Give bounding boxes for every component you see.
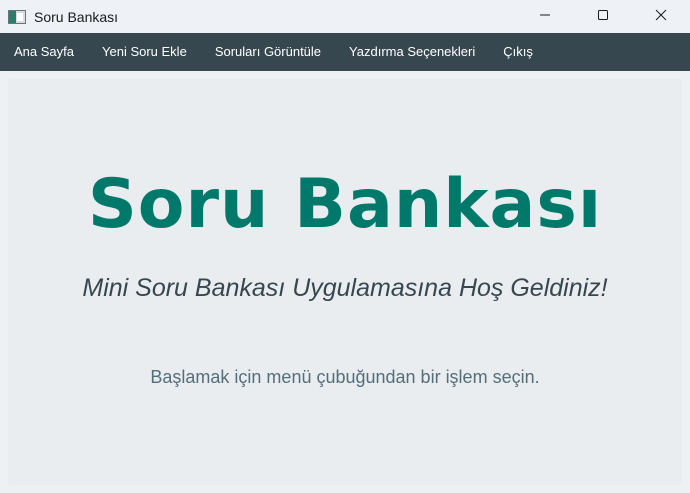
maximize-icon — [598, 10, 608, 20]
close-icon — [655, 9, 667, 21]
menu-item-cikis[interactable]: Çıkış — [489, 33, 547, 71]
window-controls — [516, 0, 690, 33]
minimize-button[interactable] — [516, 0, 574, 30]
menu-item-ana-sayfa[interactable]: Ana Sayfa — [0, 33, 88, 71]
welcome-subtitle: Mini Soru Bankası Uygulamasına Hoş Geldi… — [82, 274, 608, 302]
page-title: Soru Bankası — [87, 165, 603, 244]
window-title: Soru Bankası — [34, 8, 119, 25]
menu-item-yazdirma-secenekleri[interactable]: Yazdırma Seçenekleri — [335, 33, 489, 71]
app-icon — [8, 9, 26, 24]
minimize-icon — [540, 14, 550, 16]
main-content: Soru Bankası Mini Soru Bankası Uygulamas… — [8, 79, 682, 485]
instruction-text: Başlamak için menü çubuğundan bir işlem … — [150, 367, 540, 387]
menu-bar: Ana Sayfa Yeni Soru Ekle Soruları Görünt… — [0, 33, 690, 71]
close-button[interactable] — [632, 0, 690, 30]
title-bar[interactable]: Soru Bankası — [0, 0, 690, 33]
menu-item-sorulari-goruntule[interactable]: Soruları Görüntüle — [201, 33, 335, 71]
app-window: Soru Bankası Ana Sayfa Yeni Soru Ekle So… — [0, 0, 690, 493]
menu-item-yeni-soru-ekle[interactable]: Yeni Soru Ekle — [88, 33, 201, 71]
maximize-button[interactable] — [574, 0, 632, 30]
